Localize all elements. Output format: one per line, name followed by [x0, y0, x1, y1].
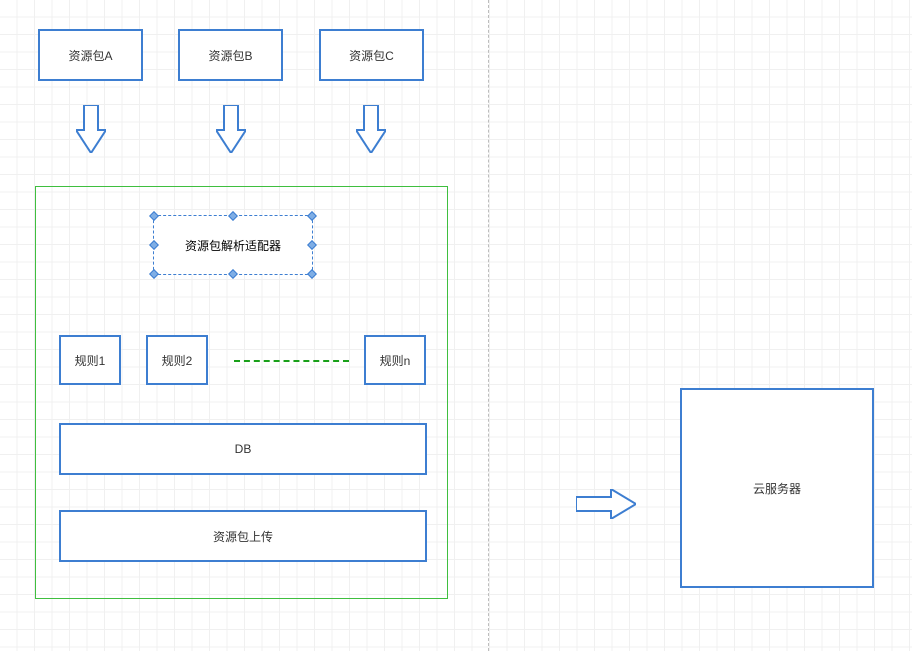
upload-label: 资源包上传	[213, 528, 273, 545]
resource-box-c[interactable]: 资源包C	[319, 29, 424, 81]
db-box[interactable]: DB	[59, 423, 427, 475]
resource-c-label: 资源包C	[349, 47, 394, 64]
resource-box-b[interactable]: 资源包B	[178, 29, 283, 81]
rule-box-2[interactable]: 规则2	[146, 335, 208, 385]
rule-2-label: 规则2	[162, 352, 193, 369]
cloud-label: 云服务器	[753, 480, 801, 497]
rule-1-label: 规则1	[75, 352, 106, 369]
arrow-right-cloud[interactable]	[576, 489, 636, 519]
db-label: DB	[235, 442, 252, 456]
page-divider	[488, 0, 489, 651]
cloud-server-box[interactable]: 云服务器	[680, 388, 874, 588]
rule-n-label: 规则n	[380, 352, 411, 369]
adapter-label: 资源包解析适配器	[185, 237, 281, 254]
rule-box-1[interactable]: 规则1	[59, 335, 121, 385]
rule-ellipsis-dash	[234, 360, 349, 362]
arrow-down-c[interactable]	[356, 105, 386, 153]
resource-a-label: 资源包A	[68, 47, 112, 64]
adapter-box[interactable]: 资源包解析适配器	[153, 215, 313, 275]
resource-b-label: 资源包B	[208, 47, 252, 64]
resource-box-a[interactable]: 资源包A	[38, 29, 143, 81]
upload-box[interactable]: 资源包上传	[59, 510, 427, 562]
arrow-down-b[interactable]	[216, 105, 246, 153]
arrow-down-a[interactable]	[76, 105, 106, 153]
rule-box-n[interactable]: 规则n	[364, 335, 426, 385]
